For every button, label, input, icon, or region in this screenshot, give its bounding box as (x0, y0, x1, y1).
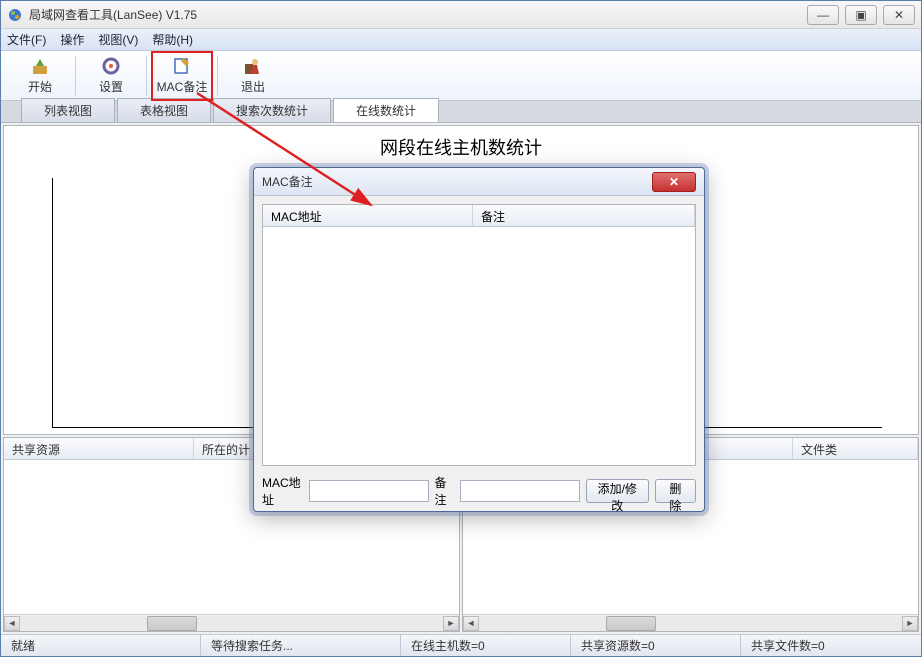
scroll-thumb[interactable] (606, 616, 656, 631)
right-col-type[interactable]: 文件类 (793, 438, 918, 459)
note-icon (172, 56, 192, 76)
left-scrollbar[interactable]: ◄ ► (4, 614, 459, 631)
right-scrollbar[interactable]: ◄ ► (463, 614, 918, 631)
scroll-left-icon[interactable]: ◄ (4, 616, 20, 631)
status-bar: 就绪 等待搜索任务... 在线主机数=0 共享资源数=0 共享文件数=0 (1, 634, 921, 656)
delete-button[interactable]: 删除 (655, 479, 696, 503)
status-online: 在线主机数=0 (401, 635, 571, 656)
tab-list-view[interactable]: 列表视图 (21, 98, 115, 122)
status-shared-res: 共享资源数=0 (571, 635, 741, 656)
menu-view[interactable]: 视图(V) (98, 31, 138, 48)
gear-icon (101, 56, 121, 76)
scroll-left-icon[interactable]: ◄ (463, 616, 479, 631)
dialog-close-button[interactable]: ✕ (652, 172, 696, 192)
exit-label: 退出 (241, 78, 265, 95)
note-input[interactable] (460, 480, 580, 502)
settings-button[interactable]: 设置 (82, 53, 140, 99)
close-button[interactable]: ✕ (883, 5, 915, 25)
toolbar: 开始 设置 MAC备注 退出 (1, 51, 921, 101)
dialog-title: MAC备注 (262, 173, 652, 190)
exit-button[interactable]: 退出 (224, 53, 282, 99)
note-col-header[interactable]: 备注 (473, 205, 695, 226)
mac-list[interactable]: MAC地址 备注 (262, 204, 696, 466)
status-shared-files: 共享文件数=0 (741, 635, 921, 656)
minimize-button[interactable]: — (807, 5, 839, 25)
settings-label: 设置 (99, 78, 123, 95)
mac-note-button[interactable]: MAC备注 (153, 53, 211, 99)
tab-bar: 列表视图 表格视图 搜索次数统计 在线数统计 (1, 101, 921, 123)
separator (75, 56, 76, 96)
titlebar: 局域网查看工具(LanSee) V1.75 — ▣ ✕ (1, 1, 921, 29)
dialog-titlebar[interactable]: MAC备注 ✕ (254, 168, 704, 196)
chart-title: 网段在线主机数统计 (4, 126, 918, 168)
exit-icon (243, 56, 263, 76)
tab-table-view[interactable]: 表格视图 (117, 98, 211, 122)
app-icon (7, 7, 23, 23)
status-ready: 就绪 (1, 635, 201, 656)
mac-col-header[interactable]: MAC地址 (263, 205, 473, 226)
add-modify-button[interactable]: 添加/修改 (586, 479, 649, 503)
window-title: 局域网查看工具(LanSee) V1.75 (29, 6, 801, 23)
menu-operate[interactable]: 操作 (60, 31, 84, 48)
separator (217, 56, 218, 96)
scroll-thumb[interactable] (147, 616, 197, 631)
mac-note-dialog: MAC备注 ✕ MAC地址 备注 MAC地址 备注 添加/修改 删除 (253, 167, 705, 512)
scroll-right-icon[interactable]: ► (902, 616, 918, 631)
menu-help[interactable]: 帮助(H) (152, 31, 193, 48)
start-button[interactable]: 开始 (11, 53, 69, 99)
menu-file[interactable]: 文件(F) (7, 31, 46, 48)
tab-search-stats[interactable]: 搜索次数统计 (213, 98, 331, 122)
maximize-button[interactable]: ▣ (845, 5, 877, 25)
menubar: 文件(F) 操作 视图(V) 帮助(H) (1, 29, 921, 51)
left-col-share[interactable]: 共享资源 (4, 438, 194, 459)
start-label: 开始 (28, 78, 52, 95)
separator (146, 56, 147, 96)
status-waiting: 等待搜索任务... (201, 635, 401, 656)
mac-input-label: MAC地址 (262, 474, 303, 508)
note-input-label: 备注 (435, 474, 454, 508)
mac-input[interactable] (309, 480, 429, 502)
scroll-right-icon[interactable]: ► (443, 616, 459, 631)
tab-online-stats[interactable]: 在线数统计 (333, 98, 439, 122)
start-icon (30, 56, 50, 76)
mac-note-label: MAC备注 (157, 78, 208, 95)
